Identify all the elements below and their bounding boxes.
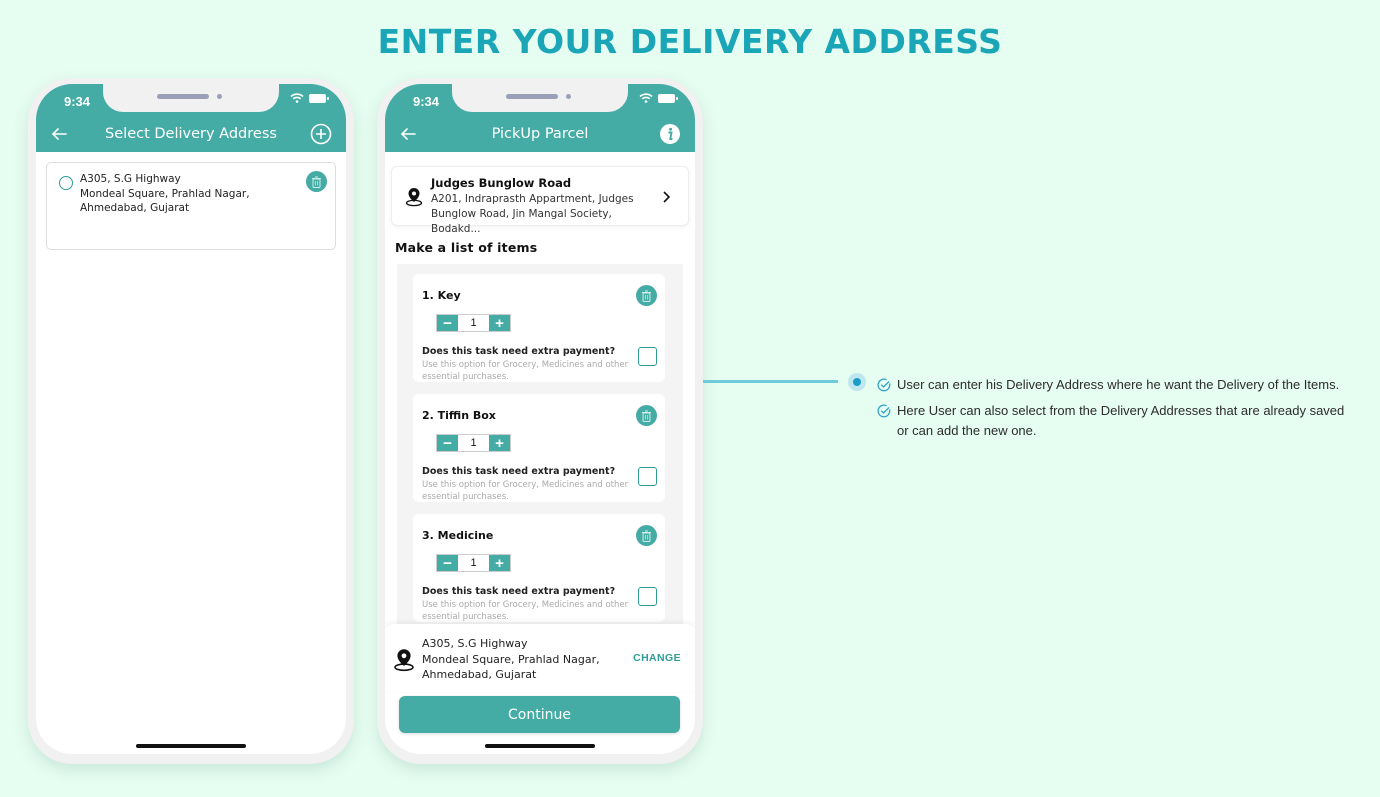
annotation-note-text: Here User can also select from the Deliv… — [897, 403, 1345, 438]
item-name: 3. Medicine — [422, 529, 494, 542]
battery-icon — [658, 93, 678, 103]
trash-icon — [642, 410, 651, 422]
screen-title: Select Delivery Address — [105, 126, 277, 142]
trash-icon — [642, 290, 651, 302]
decrement-button[interactable]: − — [437, 315, 458, 331]
item-name: 1. Key — [422, 289, 461, 302]
decrement-button[interactable]: − — [437, 435, 458, 451]
item-card: 1. Key − 1 + Does this task need extra p… — [413, 274, 665, 382]
decrement-button[interactable]: − — [437, 555, 458, 571]
page-title: ENTER YOUR DELIVERY ADDRESS — [377, 22, 1003, 61]
annotation-note: User can enter his Delivery Address wher… — [877, 375, 1347, 395]
trash-icon — [642, 530, 651, 542]
extra-payment-question: Does this task need extra payment? — [422, 586, 616, 597]
location-pin-icon — [405, 188, 423, 207]
delivery-address-line-1: A305, S.G Highway — [422, 637, 528, 650]
add-circle-icon[interactable] — [310, 123, 332, 145]
extra-payment-checkbox[interactable] — [638, 347, 657, 366]
phone-select-delivery-address: 9:34 Select Delivery Address A305, S.G H… — [28, 78, 354, 764]
home-indicator — [136, 744, 246, 748]
location-pin-icon — [394, 649, 414, 672]
speaker — [157, 94, 209, 99]
change-address-button[interactable]: CHANGE — [633, 652, 681, 664]
wifi-icon — [639, 93, 653, 103]
saved-address-card[interactable]: A305, S.G Highway Mondeal Square, Prahla… — [46, 162, 336, 250]
annotation-connector-line — [703, 380, 838, 383]
annotation-dot — [848, 373, 866, 391]
annotation-note-text: User can enter his Delivery Address wher… — [897, 377, 1340, 392]
annotation-note: Here User can also select from the Deliv… — [877, 401, 1347, 441]
wifi-icon — [290, 93, 304, 103]
chevron-right-icon — [663, 191, 670, 203]
delete-address-button[interactable] — [306, 171, 327, 192]
home-indicator — [485, 744, 595, 748]
address-line-3: Ahmedabad, Gujarat — [80, 202, 190, 214]
quantity-value[interactable]: 1 — [458, 555, 489, 571]
battery-icon — [309, 93, 329, 103]
delete-item-button[interactable] — [636, 285, 657, 306]
speaker — [506, 94, 558, 99]
check-circle-icon — [877, 404, 891, 418]
trash-icon — [312, 176, 321, 188]
annotation-notes: User can enter his Delivery Address wher… — [877, 375, 1347, 447]
delivery-address-line-3: Ahmedabad, Gujarat — [422, 668, 537, 681]
quantity-stepper: − 1 + — [436, 314, 511, 332]
continue-button[interactable]: Continue — [399, 696, 680, 733]
check-circle-icon — [877, 378, 891, 392]
delete-item-button[interactable] — [636, 405, 657, 426]
phone-screen: 9:34 Select Delivery Address A305, S.G H… — [36, 84, 346, 754]
delivery-address-line-2: Mondeal Square, Prahlad Nagar, — [422, 652, 600, 666]
phone-screen: 9:34 PickUp Parcel Judges Bunglow Road A… — [385, 84, 695, 754]
pickup-address-card[interactable]: Judges Bunglow Road A201, Indraprasth Ap… — [391, 166, 689, 235]
address-radio[interactable] — [59, 176, 73, 190]
extra-payment-hint: Use this option for Grocery, Medicines a… — [422, 600, 629, 622]
pickup-address: A201, Indraprasth Appartment, Judges Bun… — [431, 192, 661, 237]
phone-pickup-parcel: 9:34 PickUp Parcel Judges Bunglow Road A… — [377, 78, 703, 764]
items-list: 1. Key − 1 + Does this task need extra p… — [397, 264, 683, 634]
pickup-address-line-2: Bunglow Road, Jin Mangal Society, Bodakd… — [431, 208, 612, 235]
saved-address-text: A305, S.G Highway Mondeal Square, Prahla… — [80, 172, 250, 216]
pickup-name: Judges Bunglow Road — [431, 176, 572, 190]
notch — [452, 84, 628, 112]
extra-payment-question: Does this task need extra payment? — [422, 346, 616, 357]
extra-payment-checkbox[interactable] — [638, 467, 657, 486]
increment-button[interactable]: + — [489, 555, 510, 571]
item-card: 2. Tiffin Box − 1 + Does this task need … — [413, 394, 665, 502]
extra-payment-checkbox[interactable] — [638, 587, 657, 606]
quantity-value[interactable]: 1 — [458, 315, 489, 331]
quantity-stepper: − 1 + — [436, 434, 511, 452]
item-name: 2. Tiffin Box — [422, 409, 496, 422]
quantity-stepper: − 1 + — [436, 554, 511, 572]
extra-payment-question: Does this task need extra payment? — [422, 466, 616, 477]
camera — [566, 94, 571, 99]
notch — [103, 84, 279, 112]
extra-payment-hint: Use this option for Grocery, Medicines a… — [422, 480, 629, 502]
screen-title: PickUp Parcel — [491, 126, 589, 142]
delivery-address-panel: A305, S.G Highway Mondeal Square, Prahla… — [385, 624, 695, 692]
status-time: 9:34 — [413, 94, 440, 109]
address-line-1: A305, S.G Highway — [80, 173, 181, 185]
increment-button[interactable]: + — [489, 315, 510, 331]
item-card: 3. Medicine − 1 + Does this task need ex… — [413, 514, 665, 622]
delivery-address: A305, S.G Highway Mondeal Square, Prahla… — [422, 636, 600, 683]
quantity-value[interactable]: 1 — [458, 435, 489, 451]
address-line-2: Mondeal Square, Prahlad Nagar, — [80, 187, 250, 200]
pickup-address-line-1: A201, Indraprasth Appartment, Judges — [431, 193, 634, 205]
items-list-title: Make a list of items — [395, 240, 538, 255]
extra-payment-hint: Use this option for Grocery, Medicines a… — [422, 360, 629, 382]
info-icon[interactable] — [659, 123, 681, 145]
camera — [217, 94, 222, 99]
status-time: 9:34 — [64, 94, 91, 109]
app-bar: PickUp Parcel — [385, 118, 695, 152]
delete-item-button[interactable] — [636, 525, 657, 546]
increment-button[interactable]: + — [489, 435, 510, 451]
app-bar: Select Delivery Address — [36, 118, 346, 152]
